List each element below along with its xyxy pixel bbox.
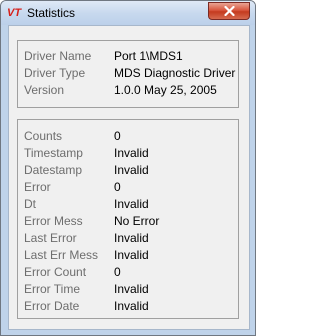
datestamp-label: Datestamp [24, 163, 83, 177]
error-time-row: Error Time Invalid [18, 281, 238, 298]
error-mess-label: Error Mess [24, 214, 83, 228]
vt-logo-icon: VT [7, 7, 22, 19]
dt-value: Invalid [114, 197, 149, 211]
timestamp-row: Timestamp Invalid [18, 145, 238, 162]
driver-name-label: Driver Name [24, 49, 92, 63]
last-error-value: Invalid [114, 231, 149, 245]
error-count-value: 0 [114, 265, 121, 279]
statistics-window: VT Statistics Driver Name Port 1\MDS1 Dr… [0, 0, 256, 336]
title-bar[interactable]: VT Statistics [1, 1, 255, 25]
error-time-value: Invalid [114, 282, 149, 296]
error-date-value: Invalid [114, 299, 149, 313]
dt-label: Dt [24, 197, 36, 211]
timestamp-value: Invalid [114, 146, 149, 160]
driver-type-row: Driver Type MDS Diagnostic Driver [18, 65, 238, 82]
error-date-row: Error Date Invalid [18, 298, 238, 315]
last-err-mess-label: Last Err Mess [24, 248, 99, 262]
datestamp-row: Datestamp Invalid [18, 162, 238, 179]
last-error-label: Last Error [24, 231, 77, 245]
last-err-mess-row: Last Err Mess Invalid [18, 247, 238, 264]
timestamp-label: Timestamp [24, 146, 83, 160]
close-icon [224, 6, 235, 16]
error-mess-value: No Error [114, 214, 160, 228]
statistics-group: Counts 0 Timestamp Invalid Datestamp Inv… [17, 119, 239, 319]
error-time-label: Error Time [24, 282, 81, 296]
error-row: Error 0 [18, 179, 238, 196]
last-err-mess-value: Invalid [114, 248, 149, 262]
driver-name-value: Port 1\MDS1 [114, 49, 183, 63]
close-button[interactable] [208, 2, 250, 20]
driver-type-label: Driver Type [24, 66, 86, 80]
dt-row: Dt Invalid [18, 196, 238, 213]
driver-info-group: Driver Name Port 1\MDS1 Driver Type MDS … [17, 40, 239, 108]
logo-text: VT [7, 7, 22, 19]
error-mess-row: Error Mess No Error [18, 213, 238, 230]
error-count-label: Error Count [24, 265, 87, 279]
datestamp-value: Invalid [114, 163, 149, 177]
version-row: Version 1.0.0 May 25, 2005 [18, 82, 238, 99]
driver-type-value: MDS Diagnostic Driver [114, 66, 236, 80]
version-value: 1.0.0 May 25, 2005 [114, 83, 217, 97]
last-error-row: Last Error Invalid [18, 230, 238, 247]
error-count-row: Error Count 0 [18, 264, 238, 281]
counts-label: Counts [24, 129, 63, 143]
error-date-label: Error Date [24, 299, 80, 313]
version-label: Version [24, 83, 65, 97]
error-value: 0 [114, 180, 121, 194]
error-label: Error [24, 180, 51, 194]
window-title: Statistics [27, 6, 76, 20]
client-area: Driver Name Port 1\MDS1 Driver Type MDS … [8, 25, 250, 330]
counts-value: 0 [114, 129, 121, 143]
driver-name-row: Driver Name Port 1\MDS1 [18, 48, 238, 65]
counts-row: Counts 0 [18, 128, 238, 145]
